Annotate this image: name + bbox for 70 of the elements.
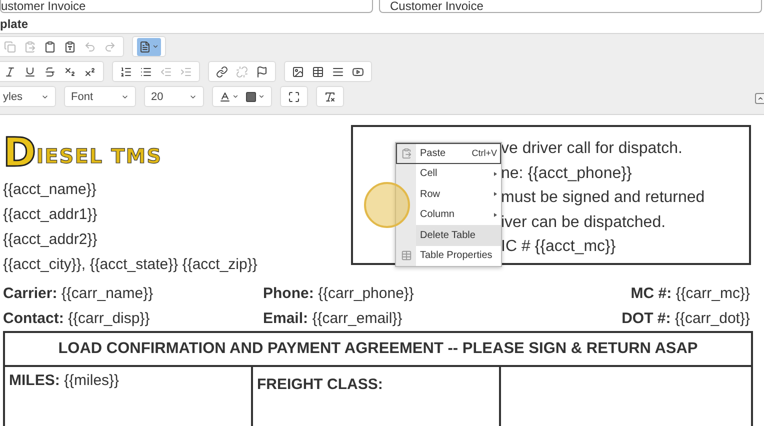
image-icon bbox=[292, 66, 304, 78]
clear-format-icon bbox=[324, 90, 336, 102]
menu-item[interactable]: Cell bbox=[396, 164, 501, 184]
subscript-icon bbox=[64, 66, 76, 78]
submenu-arrow-icon bbox=[494, 212, 497, 217]
indent-icon bbox=[180, 66, 192, 78]
dropdown[interactable]: yles bbox=[0, 86, 56, 107]
address-line: {{acct_addr2}} bbox=[3, 230, 98, 250]
carrier-field: Contact: {{carr_disp}} bbox=[3, 310, 263, 327]
carrier-field: Phone: {{carr_phone}} bbox=[263, 285, 631, 302]
background-color-icon bbox=[245, 90, 257, 102]
table-icon bbox=[312, 66, 324, 78]
text-color-icon bbox=[219, 90, 231, 102]
dropdown[interactable]: Font bbox=[64, 86, 136, 107]
table-icon bbox=[400, 250, 412, 262]
notice-text: must be signed and returned bbox=[501, 188, 706, 208]
logo: DIESEL TMS bbox=[3, 129, 164, 173]
notice-text: IC # {{acct_mc}} bbox=[501, 237, 617, 257]
carrier-field: DOT #: {{carr_dot}} bbox=[622, 310, 750, 327]
text-field[interactable]: Customer Invoice bbox=[379, 0, 762, 13]
template-icon bbox=[139, 40, 151, 52]
caret-icon bbox=[152, 43, 159, 50]
menu-item[interactable]: Table Properties bbox=[396, 246, 501, 266]
horizontal-rule-icon bbox=[332, 66, 344, 78]
toolbar-button[interactable] bbox=[137, 38, 161, 56]
submenu-arrow-icon bbox=[494, 172, 497, 176]
outdent-icon bbox=[160, 66, 172, 78]
collapse-button[interactable] bbox=[755, 93, 764, 104]
submenu-arrow-icon bbox=[494, 192, 497, 196]
underline-icon bbox=[24, 66, 36, 78]
numbered-list-icon bbox=[120, 66, 132, 78]
notice-text: iver can be dispatched. bbox=[501, 212, 667, 232]
menu-item[interactable]: Paste Ctrl+V bbox=[396, 143, 501, 164]
table-cell: FREIGHT CLASS: bbox=[251, 367, 499, 426]
carrier-field: Carrier: {{carr_name}} bbox=[3, 285, 263, 302]
dropdown[interactable]: 20 bbox=[144, 86, 204, 107]
cursor-highlight bbox=[364, 182, 410, 228]
paste-text-icon bbox=[44, 40, 56, 52]
notice-text: ne: {{acct_phone}} bbox=[501, 164, 633, 184]
copy-icon bbox=[4, 40, 16, 52]
paste-icon bbox=[400, 148, 412, 159]
shortcut-text: Ctrl+V bbox=[472, 148, 498, 158]
caret-icon bbox=[258, 93, 265, 100]
notice-text: ve driver call for dispatch. bbox=[501, 139, 684, 159]
menu-item[interactable]: Column bbox=[396, 204, 501, 225]
undo-icon bbox=[84, 40, 96, 52]
caret-icon bbox=[757, 95, 764, 102]
paste-icon bbox=[24, 40, 36, 52]
carrier-field: Email: {{carr_email}} bbox=[263, 310, 622, 327]
carrier-field: MC #: {{carr_mc}} bbox=[630, 285, 750, 302]
address-line: {{acct_addr1}} bbox=[3, 205, 98, 225]
flag-icon bbox=[256, 66, 268, 78]
address-line: {{acct_city}}, {{acct_state}} {{acct_zip}} bbox=[3, 255, 258, 275]
maximize-icon bbox=[288, 90, 300, 102]
superscript-icon bbox=[84, 66, 96, 78]
caret-icon bbox=[232, 93, 239, 100]
unlink-icon bbox=[236, 66, 248, 78]
table-title: LOAD CONFIRMATION AND PAYMENT AGREEMENT -- PLEASE SIGN & RETURN ASAP bbox=[5, 333, 751, 367]
italic-icon bbox=[4, 66, 16, 78]
table-cell-text: MILES: {{miles}} bbox=[8, 371, 120, 391]
text-field[interactable]: ustomer Invoice bbox=[0, 0, 373, 13]
video-icon bbox=[352, 66, 364, 78]
link-icon bbox=[216, 66, 228, 78]
menu-item[interactable]: Row bbox=[396, 184, 501, 204]
strikethrough-icon bbox=[44, 66, 56, 78]
paste-word-icon bbox=[64, 40, 76, 52]
menu-item[interactable]: Delete Table bbox=[396, 225, 501, 246]
redo-icon bbox=[104, 40, 116, 52]
field-label: plate bbox=[0, 17, 28, 31]
address-line: {{acct_name}} bbox=[3, 180, 98, 200]
